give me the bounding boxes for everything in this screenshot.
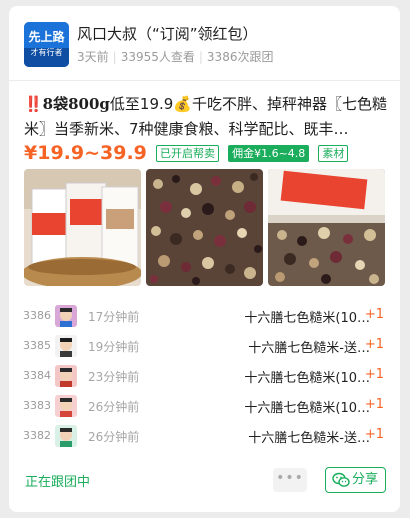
order-number: 3383: [23, 399, 51, 412]
help-sell-tag: 已开启帮卖: [156, 144, 219, 162]
price-row: ¥19.9~39.9 已开启帮卖 佣金¥1.6~4.8 素材: [24, 142, 349, 166]
buyer-avatar: [55, 425, 77, 447]
order-item: 十六膳七色糙米(10…: [244, 311, 370, 326]
order-quantity: +1: [364, 367, 384, 382]
order-time: 26分钟前: [88, 400, 140, 414]
order-time: 19分钟前: [88, 340, 140, 354]
group-avatar[interactable]: 先上路 才有行者: [24, 22, 69, 67]
order-time: 17分钟前: [88, 310, 140, 324]
commission-tag: 佣金¥1.6~4.8: [228, 144, 310, 162]
wechat-icon: [332, 472, 350, 497]
product-title-line-2: 米〗当季新米、7种健康食粮、科学配比、既丰…: [24, 120, 349, 138]
order-quantity: +1: [364, 337, 384, 352]
order-item: 十六膳七色糙米(10…: [244, 401, 370, 416]
avatar-text-top: 先上路: [28, 29, 65, 44]
product-title-line-1: ‼️8袋800g低至19.9💰千吃不胖、掉秤神器〖七色糙: [24, 92, 394, 117]
recent-orders-list: 3386 17分钟前 十六膳七色糙米(10… +1 3385 19分钟前 十六膳…: [9, 301, 400, 451]
meta-divider: |: [198, 50, 203, 64]
order-number: 3384: [23, 369, 51, 382]
material-tag[interactable]: 素材: [318, 144, 349, 162]
buyer-avatar: [55, 305, 77, 327]
order-row[interactable]: 3383 26分钟前 十六膳七色糙米(10… +1: [9, 391, 400, 421]
order-item: 十六膳七色糙米-送…: [248, 341, 370, 356]
order-row[interactable]: 3382 26分钟前 十六膳七色糙米-送… +1: [9, 421, 400, 451]
order-time: 26分钟前: [88, 430, 140, 444]
group-name[interactable]: 风口大叔（“订阅”领红包）: [77, 23, 258, 44]
price-range: ¥19.9~39.9: [24, 142, 147, 164]
product-title-bold: ‼️8袋800g: [24, 95, 110, 113]
group-header[interactable]: 先上路 才有行者 风口大叔（“订阅”领红包） 3天前 | 33955人查看 | 3386…: [9, 6, 400, 81]
share-label: 分享: [352, 472, 379, 487]
avatar-text-bottom: 才有行者: [31, 47, 63, 57]
order-number: 3382: [23, 429, 51, 442]
posted-time: 3天前: [77, 50, 109, 64]
buyer-avatar: [55, 335, 77, 357]
order-item: 十六膳七色糙米-送…: [248, 431, 370, 446]
order-row[interactable]: 3384 23分钟前 十六膳七色糙米(10… +1: [9, 361, 400, 391]
order-number: 3385: [23, 339, 51, 352]
order-quantity: +1: [364, 427, 384, 442]
view-count: 33955人查看: [120, 50, 195, 64]
order-row[interactable]: 3385 19分钟前 十六膳七色糙米-送… +1: [9, 331, 400, 361]
product-photo-3[interactable]: [268, 169, 385, 286]
buyer-avatar: [55, 395, 77, 417]
order-quantity: +1: [364, 307, 384, 322]
buyer-avatar: [55, 365, 77, 387]
group-buy-card[interactable]: 先上路 才有行者 风口大叔（“订阅”领红包） 3天前 | 33955人查看 | 3386…: [9, 6, 400, 512]
order-row[interactable]: 3386 17分钟前 十六膳七色糙米(10… +1: [9, 301, 400, 331]
group-meta: 3天前 | 33955人查看 | 3386次跟团: [77, 48, 273, 65]
order-item: 十六膳七色糙米(10…: [244, 371, 370, 386]
product-photo-2[interactable]: [146, 169, 263, 286]
share-button[interactable]: 分享: [325, 467, 386, 493]
order-time: 23分钟前: [88, 370, 140, 384]
meta-divider: |: [112, 50, 117, 64]
product-title[interactable]: ‼️8袋800g低至19.9💰千吃不胖、掉秤神器〖七色糙 米〗当季新米、7种健康…: [24, 92, 394, 142]
order-quantity: +1: [364, 397, 384, 412]
product-title-rest: 低至19.9💰千吃不胖、掉秤神器〖七色糙: [109, 95, 387, 113]
more-button[interactable]: •••: [273, 468, 307, 492]
order-number: 3386: [23, 309, 51, 322]
product-photo-1[interactable]: [24, 169, 141, 286]
group-status: 正在跟团中: [25, 475, 91, 490]
follow-count: 3386次跟团: [206, 50, 274, 64]
